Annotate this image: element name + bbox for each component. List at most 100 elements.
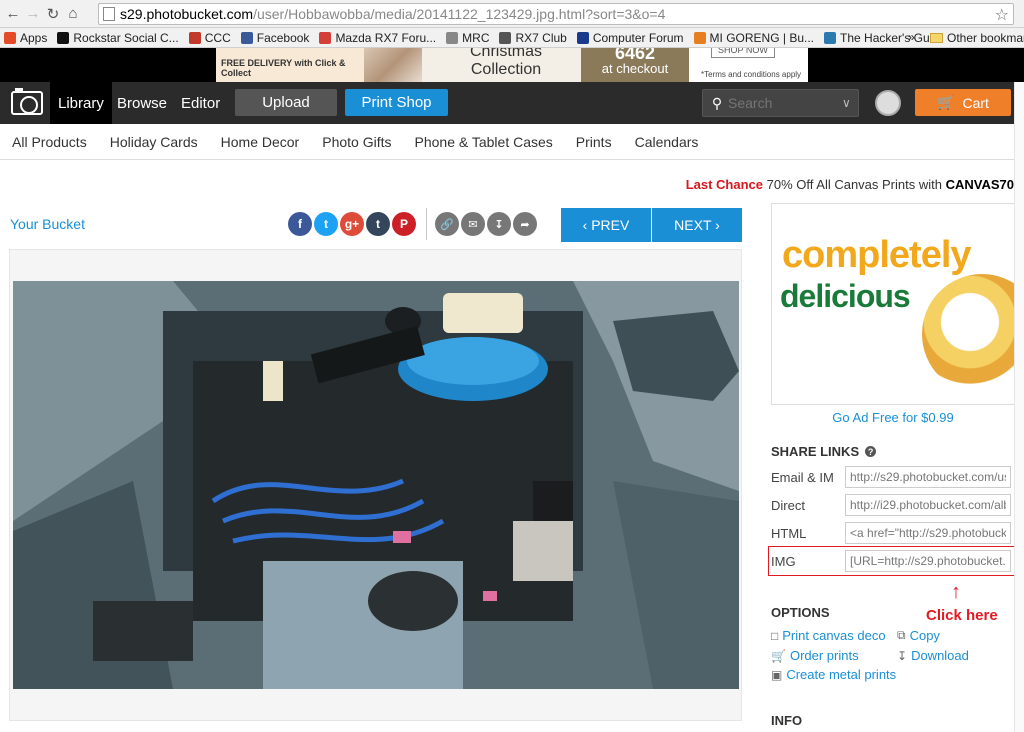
avatar[interactable] <box>875 90 901 116</box>
bookmark-label: Computer Forum <box>592 30 684 45</box>
bookmark-label: The Hacker's Gui... <box>840 30 943 45</box>
bookmark-item[interactable]: Facebook <box>240 31 309 45</box>
bookmark-label: Apps <box>20 30 48 45</box>
create-metal-label: Create metal prints <box>786 667 897 682</box>
go-ad-free-link[interactable]: Go Ad Free for $0.99 <box>771 410 1015 425</box>
page-scrollbar[interactable] <box>1014 82 1024 732</box>
search-box[interactable]: ⚲ ∨ <box>702 89 859 117</box>
photobucket-logo-icon[interactable] <box>11 88 43 115</box>
search-input[interactable] <box>728 95 838 111</box>
reload-icon[interactable]: ↻ <box>44 4 62 24</box>
product-nav-item[interactable]: Prints <box>576 134 612 150</box>
facebook-icon[interactable]: f <box>288 212 312 236</box>
nav-library[interactable]: Library <box>50 82 112 124</box>
page-icon <box>103 7 115 21</box>
bookmarks-overflow-button[interactable]: » <box>908 30 915 44</box>
download-small-icon: ↧ <box>897 648 908 663</box>
product-nav-item[interactable]: Home Decor <box>221 134 300 150</box>
cart-label: Cart <box>962 94 989 111</box>
print-canvas-link[interactable]: □ Print canvas deco <box>771 628 886 643</box>
your-bucket-link[interactable]: Your Bucket <box>10 216 85 232</box>
arrow-up-icon: ↑ <box>951 581 961 603</box>
other-bookmarks[interactable]: Other bookmarks <box>930 31 1024 45</box>
bookmark-label: CCC <box>204 30 231 45</box>
bookmark-item[interactable]: Rockstar Social C... <box>57 30 179 45</box>
email-icon[interactable]: ✉ <box>461 212 485 236</box>
link-icon[interactable]: 🔗 <box>435 212 459 236</box>
cart-small-icon: 🛒 <box>771 648 786 663</box>
create-metal-prints-link[interactable]: ▣ Create metal prints <box>771 667 896 682</box>
google-plus-icon[interactable]: g+ <box>340 212 364 236</box>
bookmark-star-icon[interactable]: ☆ <box>995 5 1009 25</box>
copy-icon: ⧉ <box>897 628 906 642</box>
bookmark-item[interactable]: RX7 Club <box>499 31 567 45</box>
options-heading: OPTIONS <box>771 605 830 620</box>
ad-banner-creative[interactable]: FREE DELIVERY with Click & Collect Chris… <box>216 48 808 82</box>
share-link-field[interactable] <box>845 522 1011 544</box>
pinterest-icon[interactable]: P <box>392 212 416 236</box>
back-icon[interactable]: ← <box>4 4 22 24</box>
product-nav-item[interactable]: Holiday Cards <box>110 134 198 150</box>
bookmark-favicon-icon <box>693 31 706 44</box>
order-prints-link[interactable]: 🛒 Order prints <box>771 648 859 663</box>
copy-link[interactable]: ⧉ Copy <box>897 628 940 643</box>
share-link-label: Direct <box>771 497 805 513</box>
ad-collection-line2: Collection <box>470 61 542 78</box>
share-link-label: Email & IM <box>771 469 834 485</box>
product-nav-item[interactable]: All Products <box>12 134 87 150</box>
bookmark-favicon-icon <box>240 31 253 44</box>
product-nav-item[interactable]: Photo Gifts <box>322 134 391 150</box>
upload-button[interactable]: Upload <box>235 89 337 116</box>
ad-shop-now[interactable]: SHOP NOW <box>711 48 775 58</box>
bookmark-favicon-icon <box>446 31 459 44</box>
chevron-down-icon[interactable]: ∨ <box>842 96 851 110</box>
share-link-row: HTML <box>771 519 1015 547</box>
ad-code: 6462 <box>614 48 656 63</box>
share-icon[interactable]: ➦ <box>513 212 537 236</box>
cart-icon: 🛒 <box>937 94 955 110</box>
download-link[interactable]: ↧ Download <box>897 648 969 663</box>
sidebar-ad[interactable]: completely delicious <box>771 203 1015 405</box>
bookmark-item[interactable]: Mazda RX7 Foru... <box>319 31 436 45</box>
share-link-field[interactable] <box>845 494 1011 516</box>
forward-icon[interactable]: → <box>24 4 42 24</box>
bookmark-item[interactable]: The Hacker's Gui... <box>824 31 942 45</box>
bookmark-item[interactable]: Apps <box>4 31 47 45</box>
download-icon[interactable]: ↧ <box>487 212 511 236</box>
help-icon[interactable]: ? <box>865 446 877 457</box>
address-bar[interactable]: s29.photobucket.com/user/Hobbawobba/medi… <box>98 3 1014 25</box>
url-host: s29.photobucket.com <box>120 6 254 22</box>
tumblr-icon[interactable]: t <box>366 212 390 236</box>
right-sidebar: completely delicious Go Ad Free for $0.9… <box>768 203 1016 728</box>
browser-toolbar: ← → ↻ ⌂ s29.photobucket.com/user/Hobbawo… <box>0 0 1024 28</box>
home-icon[interactable]: ⌂ <box>64 4 82 24</box>
share-link-field[interactable] <box>845 466 1011 488</box>
next-button[interactable]: NEXT › <box>652 208 742 242</box>
bookmark-item[interactable]: MRC <box>446 31 489 45</box>
product-nav-item[interactable]: Calendars <box>635 134 699 150</box>
ad-right-panel: SHOP NOW *Terms and conditions apply <box>689 48 808 82</box>
main-photo[interactable] <box>13 281 739 689</box>
prev-button[interactable]: ‹ PREV <box>561 208 651 242</box>
bookmark-item[interactable]: CCC <box>188 30 231 45</box>
twitter-icon[interactable]: t <box>314 212 338 236</box>
nav-editor[interactable]: Editor <box>173 82 228 124</box>
product-nav-item[interactable]: Phone & Tablet Cases <box>415 134 553 150</box>
print-shop-button[interactable]: Print Shop <box>345 89 448 116</box>
product-nav: All Products Holiday Cards Home Decor Photo… <box>0 124 1024 160</box>
bookmark-label: Mazda RX7 Foru... <box>335 30 437 45</box>
bookmark-favicon-icon <box>4 31 16 44</box>
order-prints-label: Order prints <box>789 648 859 663</box>
bookmark-favicon-icon <box>576 31 589 44</box>
site-header: Library Browse Editor Upload Print Shop … <box>0 82 1024 124</box>
promo-line[interactable]: Last Chance 70% Off All Canvas Prints wi… <box>0 177 1014 192</box>
bookmark-label: Rockstar Social C... <box>73 30 179 45</box>
bookmark-item[interactable]: MI GORENG | Bu... <box>693 31 814 45</box>
nav-browse[interactable]: Browse <box>109 82 175 124</box>
bookmark-favicon-icon <box>57 31 70 44</box>
bookmark-item[interactable]: Computer Forum <box>576 30 684 45</box>
bookmark-favicon-icon <box>499 31 512 44</box>
ad-collection-line1: Christmas <box>469 48 542 60</box>
cart-button[interactable]: 🛒 Cart <box>915 89 1011 116</box>
ad-collection-text: Christmas Collection <box>456 48 556 79</box>
